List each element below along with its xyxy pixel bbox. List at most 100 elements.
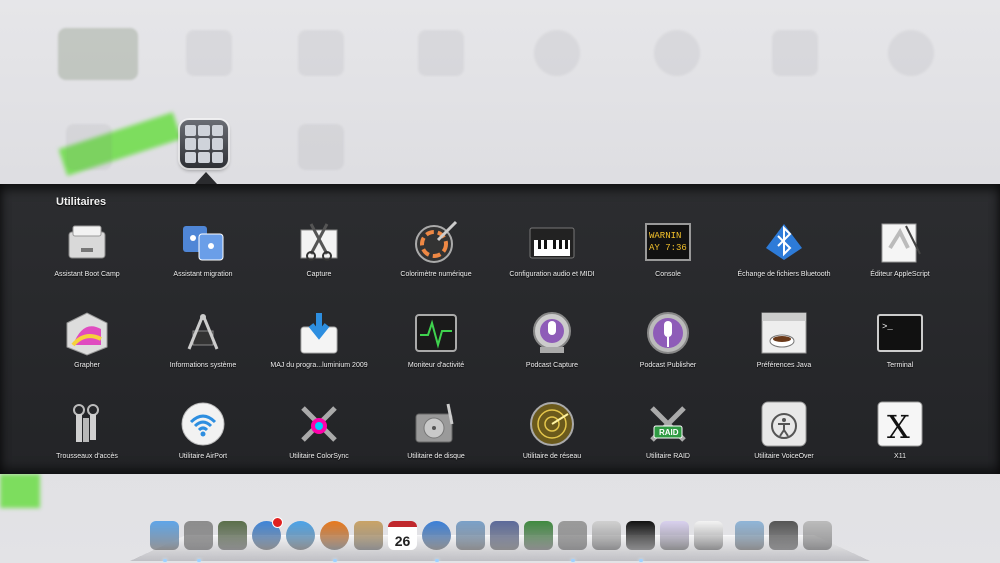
- dock-quill-icon[interactable]: [488, 519, 521, 552]
- grab-scissors-icon: [295, 218, 343, 266]
- digital-color-meter-icon: [412, 218, 460, 266]
- disk-utility-icon: [412, 400, 460, 448]
- airport-wifi-icon: [179, 400, 227, 448]
- dock-safari-compass-icon[interactable]: [284, 519, 317, 552]
- dock-ical-icon[interactable]: 26: [386, 519, 419, 552]
- voiceover-icon: [760, 400, 808, 448]
- app-boot-camp[interactable]: Assistant Boot Camp: [29, 218, 145, 278]
- update-badge: [272, 517, 283, 528]
- app-keychain[interactable]: Trousseaux d'accès: [29, 400, 145, 460]
- dock-app-store-icon[interactable]: [250, 517, 283, 552]
- automator-icon: [660, 521, 689, 550]
- app-voiceover[interactable]: Utilitaire VoiceOver: [726, 400, 842, 460]
- network-radar-icon: [528, 400, 576, 448]
- dock-automator-icon[interactable]: [658, 519, 691, 552]
- dock-documents-stack-icon[interactable]: [767, 519, 800, 552]
- app-label: Utilitaire de réseau: [522, 453, 582, 460]
- system-information-icon: [179, 309, 227, 357]
- dock-finder-icon[interactable]: [148, 519, 181, 562]
- blurred-app-icon: [654, 30, 700, 76]
- dock-textedit-icon[interactable]: [692, 519, 725, 552]
- dock-terminal-icon[interactable]: [624, 519, 657, 562]
- app-console-warning[interactable]: WARNIN AY 7:36 Console: [610, 218, 726, 278]
- app-grapher[interactable]: Grapher: [29, 309, 145, 369]
- applescript-icon: [876, 218, 924, 266]
- app-label: Utilitaire VoiceOver: [754, 453, 814, 460]
- keychain-icon: [63, 400, 111, 448]
- app-label: Éditeur AppleScript: [870, 271, 930, 278]
- raid-label-text: RAID: [659, 428, 679, 437]
- dock-system-preferences-icon[interactable]: [556, 519, 589, 562]
- app-podcast-capture[interactable]: Podcast Capture: [494, 309, 610, 369]
- app-label: Informations système: [169, 362, 237, 369]
- dock-firefox-icon[interactable]: [318, 519, 351, 562]
- blurred-app-icon: [418, 30, 464, 76]
- folder-title: Utilitaires: [56, 196, 107, 208]
- firmware-update-icon: [295, 309, 343, 357]
- app-label: Podcast Publisher: [639, 362, 697, 369]
- documents-stack-icon: [769, 521, 798, 550]
- dock-itunes-icon[interactable]: [420, 519, 453, 562]
- app-grab-scissors[interactable]: Capture: [261, 218, 377, 278]
- blurred-app-icon: [298, 124, 344, 170]
- blurred-app-icon: [66, 124, 112, 170]
- app-raid[interactable]: RAID Utilitaire RAID: [610, 400, 726, 460]
- ical-date-text: 26: [394, 533, 411, 549]
- app-airport-wifi[interactable]: Utilitaire AirPort: [145, 400, 261, 460]
- dock-iphoto-icon[interactable]: [454, 519, 487, 552]
- app-disk-utility[interactable]: Utilitaire de disque: [378, 400, 494, 460]
- safari-compass-icon: [286, 521, 315, 550]
- ical-icon: 26: [388, 521, 417, 550]
- podcast-capture-icon: [528, 309, 576, 357]
- dock-address-book-icon[interactable]: [352, 519, 385, 552]
- app-activity-monitor[interactable]: Moniteur d'activité: [378, 309, 494, 369]
- boot-camp-icon: [63, 218, 111, 266]
- running-indicator: [571, 559, 575, 562]
- dock-dashboard-icon[interactable]: [216, 519, 249, 552]
- app-firmware-update[interactable]: MAJ du progra...luminium 2009: [261, 309, 377, 369]
- app-network-radar[interactable]: Utilitaire de réseau: [494, 400, 610, 460]
- launchpad-rocket-icon: [184, 521, 213, 550]
- app-label: Moniteur d'activité: [407, 362, 465, 369]
- podcast-publisher-icon: [644, 309, 692, 357]
- app-applescript[interactable]: Éditeur AppleScript: [842, 218, 958, 278]
- app-migration-assistant[interactable]: Assistant migration: [145, 218, 261, 278]
- system-preferences-icon: [558, 521, 587, 550]
- app-bluetooth[interactable]: Échange de fichiers Bluetooth: [726, 218, 842, 278]
- app-java-coffee[interactable]: Préférences Java: [726, 309, 842, 369]
- running-indicator: [163, 559, 167, 562]
- dock-numbers-chart-icon[interactable]: [522, 519, 555, 552]
- app-label: X11: [894, 453, 906, 460]
- app-digital-color-meter[interactable]: Colorimètre numérique: [378, 218, 494, 278]
- app-system-information[interactable]: Informations système: [145, 309, 261, 369]
- blurred-app-icon: [298, 30, 344, 76]
- dock-grab-icon[interactable]: [590, 519, 623, 552]
- app-audio-midi-keyboard[interactable]: Configuration audio et MIDI: [494, 218, 610, 278]
- running-indicator: [435, 559, 439, 562]
- quill-icon: [490, 521, 519, 550]
- running-indicator: [333, 559, 337, 562]
- x11-letter-text: X: [887, 408, 910, 446]
- app-x11[interactable]: X X11: [842, 400, 958, 460]
- folder-pointer-arrow: [195, 172, 217, 184]
- running-indicator: [639, 559, 643, 562]
- terminal-icon: [626, 521, 655, 550]
- app-colorsync[interactable]: Utilitaire ColorSync: [261, 400, 377, 460]
- app-label: Capture: [306, 271, 332, 278]
- dock-launchpad-rocket-icon[interactable]: [182, 519, 215, 562]
- app-label: Trousseaux d'accès: [56, 453, 118, 460]
- app-podcast-publisher[interactable]: Podcast Publisher: [610, 309, 726, 369]
- dock: 26: [148, 517, 834, 562]
- dock-trash-icon[interactable]: [801, 519, 834, 552]
- colorsync-icon: [295, 400, 343, 448]
- audio-midi-keyboard-icon: [528, 218, 576, 266]
- java-coffee-icon: [760, 309, 808, 357]
- migration-assistant-icon: [179, 218, 227, 266]
- app-label: Grapher: [74, 362, 100, 369]
- textedit-icon: [694, 521, 723, 550]
- app-terminal[interactable]: >_ Terminal: [842, 309, 958, 369]
- console-text-line-2: AY 7:36: [649, 243, 687, 253]
- dock-applications-folder-icon[interactable]: [733, 519, 766, 552]
- utilitaires-folder-icon[interactable]: [180, 120, 228, 168]
- activity-monitor-icon: [412, 309, 460, 357]
